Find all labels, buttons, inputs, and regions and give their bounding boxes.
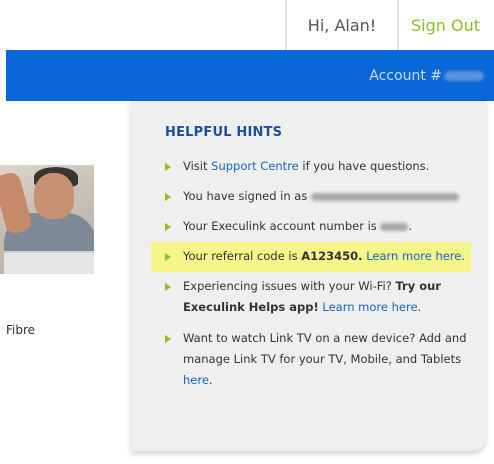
bullet-icon [165,163,171,171]
bullet-icon [165,223,171,231]
top-header: Hi, Alan! Sign Out [0,0,494,50]
link-tv-here-link[interactable]: here [183,373,209,387]
customer-photo [0,165,94,274]
hints-title: HELPFUL HINTS [165,125,283,140]
fibre-label: Fibre [6,323,36,337]
referral-learn-more-link[interactable]: Learn more here. [366,249,465,263]
redacted-email [311,192,459,201]
account-bar: Account # [6,50,494,101]
hint-account-number: Your Execulink account number is . [161,216,471,237]
support-centre-link[interactable]: Support Centre [211,159,299,173]
hint-link-tv: Want to watch Link TV on a new device? A… [161,328,471,391]
greeting: Hi, Alan! [285,0,399,50]
wifi-learn-more-link[interactable]: Learn more here [322,300,417,314]
redacted-account-number-hint [380,222,409,231]
helpful-hints-panel: HELPFUL HINTS Visit Support Centre if yo… [131,101,486,451]
redacted-account-number [444,70,484,81]
account-label: Account # [369,67,442,84]
bullet-icon [165,193,171,201]
sign-out-button[interactable]: Sign Out [397,0,494,50]
hint-referral-code: Your referral code is A123450. Learn mor… [161,246,471,267]
hint-signed-in-as: You have signed in as [161,186,471,207]
bullet-icon [165,253,171,261]
hint-wifi-app: Experiencing issues with your Wi-Fi? Try… [161,276,471,318]
account-number: Account # [369,50,484,101]
bullet-icon [165,335,171,343]
hint-support-centre: Visit Support Centre if you have questio… [161,156,471,177]
bullet-icon [165,283,171,291]
referral-code: A123450. [301,249,363,263]
